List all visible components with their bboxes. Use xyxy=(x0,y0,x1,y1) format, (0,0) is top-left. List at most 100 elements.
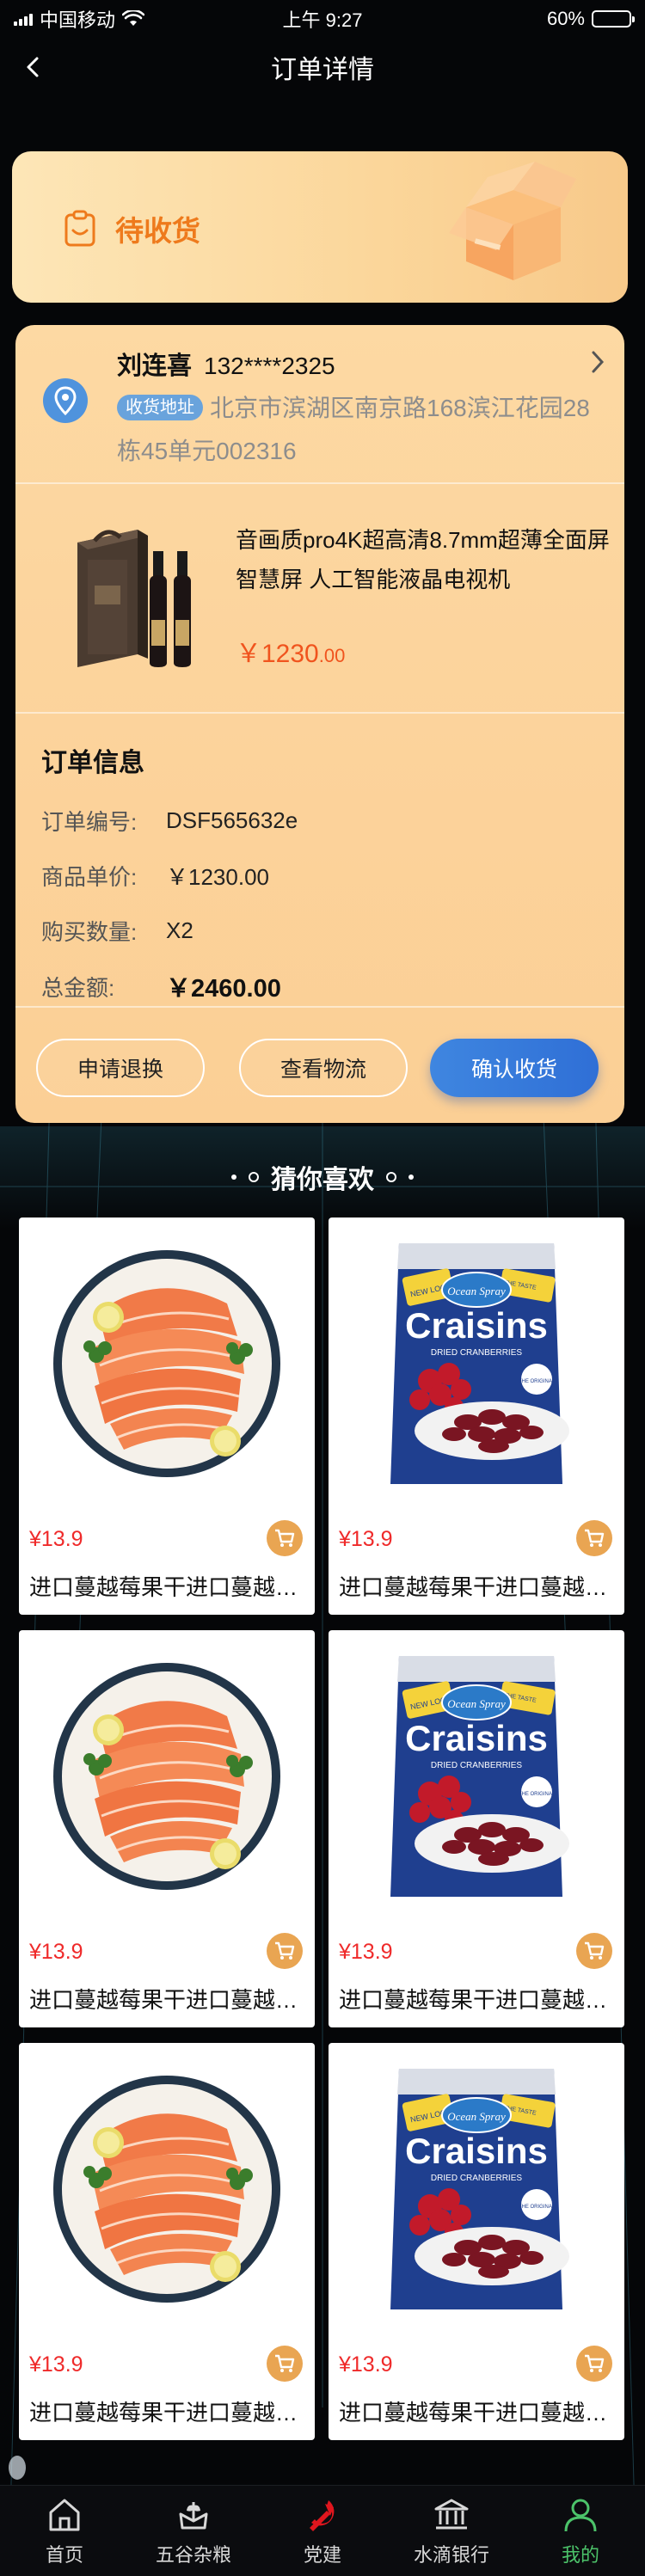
product-card[interactable]: NEW LOOK! THE TASTE Ocean Spray Craisins… xyxy=(329,1217,624,1615)
tab-party[interactable]: 党建 xyxy=(258,2486,387,2576)
view-logistics-button[interactable]: 查看物流 xyxy=(239,1039,408,1097)
bank-icon xyxy=(434,2499,469,2529)
cart-icon xyxy=(585,2354,605,2372)
user-icon xyxy=(564,2499,597,2531)
clipboard-icon xyxy=(64,210,95,247)
decor-dot xyxy=(231,1175,236,1180)
tab-mine-label: 我的 xyxy=(561,2543,599,2566)
bag-badge-text: THE ORIGINAL xyxy=(519,1792,556,1797)
decor-ring xyxy=(386,1172,396,1182)
bag-sub-text: DRIED CRANBERRIES xyxy=(431,1761,522,1770)
craisins-bag-image: NEW LOOK! THE TASTE Ocean Spray Craisins… xyxy=(390,2069,569,2309)
tab-mine[interactable]: 我的 xyxy=(516,2486,645,2576)
add-to-cart-button[interactable] xyxy=(267,1933,303,1969)
refund-button[interactable]: 申请退换 xyxy=(36,1039,205,1097)
navigation-bar: 订单详情 xyxy=(0,41,645,93)
signal-icon xyxy=(14,12,33,26)
total-amount-row: 总金额: ￥2460.00 xyxy=(41,968,281,1004)
address-section[interactable]: 刘连喜 132****2325 收货地址 北京市滨湖区南京路168滨江花园28栋4… xyxy=(15,325,624,484)
add-to-cart-button[interactable] xyxy=(267,2346,303,2382)
quantity-label: 购买数量: xyxy=(41,919,138,945)
add-to-cart-button[interactable] xyxy=(576,2346,612,2382)
quantity-value: X2 xyxy=(166,917,194,943)
order-info-title: 订单信息 xyxy=(41,749,144,777)
carrier-name: 中国移动 xyxy=(40,9,116,31)
product-card[interactable]: ¥13.9 进口蔓越莓果干进口蔓越莓果干 xyxy=(19,1217,315,1615)
add-to-cart-button[interactable] xyxy=(576,1520,612,1556)
recipient-name: 刘连喜 xyxy=(117,353,193,380)
product-card-name: 进口蔓越莓果干进口蔓越莓果干 xyxy=(339,2400,616,2426)
product-card-name: 进口蔓越莓果干进口蔓越莓果干 xyxy=(339,1574,616,1600)
bag-brand-text: Ocean Spray xyxy=(447,2110,506,2123)
package-box-icon xyxy=(449,162,576,280)
page-title: 订单详情 xyxy=(271,56,374,84)
address-detail-line: 收货地址 北京市滨湖区南京路168滨江花园28栋45单元002316 xyxy=(117,387,607,473)
order-card: 刘连喜 132****2325 收货地址 北京市滨湖区南京路168滨江花园28栋4… xyxy=(15,325,624,1123)
bag-title-text: Craisins xyxy=(405,1718,548,1758)
price-cents: .00 xyxy=(318,645,346,666)
cart-icon xyxy=(275,1529,295,1547)
bag-badge-text: THE ORIGINAL xyxy=(519,1379,556,1384)
order-status-card: 待收货 xyxy=(12,151,628,303)
product-card-price: ¥13.9 xyxy=(29,2352,83,2377)
order-number-label: 订单编号: xyxy=(41,809,138,835)
salmon-plate-image xyxy=(53,1663,280,1890)
back-button[interactable] xyxy=(17,52,48,83)
product-card-image xyxy=(19,1630,315,1923)
product-card[interactable]: NEW LOOK! THE TASTE Ocean Spray Craisins… xyxy=(329,2043,624,2440)
tab-home-label: 首页 xyxy=(45,2543,83,2566)
address-tag: 收货地址 xyxy=(117,394,203,420)
recommend-title: 猜你喜欢 xyxy=(271,1166,374,1194)
product-card-image xyxy=(19,2043,315,2335)
grain-icon xyxy=(179,2501,208,2529)
battery-percent: 60% xyxy=(546,8,585,29)
bag-badge-text: THE ORIGINAL xyxy=(519,2205,556,2210)
battery-icon xyxy=(592,10,635,28)
price-main: ￥1230 xyxy=(236,640,319,668)
party-emblem-icon xyxy=(310,2499,335,2531)
craisins-bag-image: NEW LOOK! THE TASTE Ocean Spray Craisins… xyxy=(390,1656,569,1897)
cart-icon xyxy=(585,1941,605,1960)
cart-icon xyxy=(585,1529,605,1547)
product-card-price: ¥13.9 xyxy=(29,1527,83,1551)
product-card-name: 进口蔓越莓果干进口蔓越莓果干 xyxy=(29,1574,306,1600)
chevron-left-icon xyxy=(27,57,39,77)
total-amount-value: ￥2460.00 xyxy=(166,975,281,1003)
cart-icon xyxy=(275,1941,295,1960)
confirm-receipt-button[interactable]: 确认收货 xyxy=(430,1039,599,1097)
bag-brand-text: Ocean Spray xyxy=(447,1285,506,1297)
product-card-name: 进口蔓越莓果干进口蔓越莓果干 xyxy=(339,1987,616,2013)
product-card-name: 进口蔓越莓果干进口蔓越莓果干 xyxy=(29,1987,306,2013)
wifi-icon xyxy=(122,10,145,26)
decor-dot xyxy=(408,1175,414,1180)
product-card-price: ¥13.9 xyxy=(339,2352,393,2377)
product-card[interactable]: ¥13.9 进口蔓越莓果干进口蔓越莓果干 xyxy=(19,2043,315,2440)
recommend-header: 猜你喜欢 xyxy=(0,1156,645,1199)
tab-bank-label: 水滴银行 xyxy=(413,2543,489,2566)
craisins-bag-image: NEW LOOK! THE TASTE Ocean Spray Craisins… xyxy=(390,1243,569,1484)
order-info-section: 订单信息 订单编号: DSF565632e 商品单价: ￥1230.00 购买数… xyxy=(15,715,624,1008)
product-card-image: NEW LOOK! THE TASTE Ocean Spray Craisins… xyxy=(329,1630,624,1923)
chevron-right-icon xyxy=(592,351,605,373)
home-icon xyxy=(49,2499,80,2530)
tab-bank[interactable]: 水滴银行 xyxy=(387,2486,516,2576)
order-number-row: 订单编号: DSF565632e xyxy=(41,805,298,837)
tab-grains-label: 五谷杂粮 xyxy=(155,2543,231,2566)
product-section[interactable]: 音画质pro4K超高清8.7mm超薄全面屏 智慧屏 人工智能液晶电视机 ￥123… xyxy=(15,486,624,714)
add-to-cart-button[interactable] xyxy=(576,1933,612,1969)
add-to-cart-button[interactable] xyxy=(267,1520,303,1556)
tab-home[interactable]: 首页 xyxy=(0,2486,129,2576)
bag-title-text: Craisins xyxy=(405,2131,548,2171)
bag-title-text: Craisins xyxy=(405,1305,548,1346)
product-card[interactable]: ¥13.9 进口蔓越莓果干进口蔓越莓果干 xyxy=(19,1630,315,2027)
tab-grains[interactable]: 五谷杂粮 xyxy=(129,2486,258,2576)
product-card[interactable]: NEW LOOK! THE TASTE Ocean Spray Craisins… xyxy=(329,1630,624,2027)
bottom-tab-bar: 首页 五谷杂粮 党建 水滴银行 我的 xyxy=(0,2485,645,2576)
bag-sub-text: DRIED CRANBERRIES xyxy=(431,1348,522,1358)
decor-ring xyxy=(249,1172,259,1182)
quantity-row: 购买数量: X2 xyxy=(41,915,194,947)
unit-price-label: 商品单价: xyxy=(41,864,138,890)
product-card-image: NEW LOOK! THE TASTE Ocean Spray Craisins… xyxy=(329,1217,624,1510)
location-pin-icon xyxy=(43,378,88,423)
product-card-image: NEW LOOK! THE TASTE Ocean Spray Craisins… xyxy=(329,2043,624,2335)
